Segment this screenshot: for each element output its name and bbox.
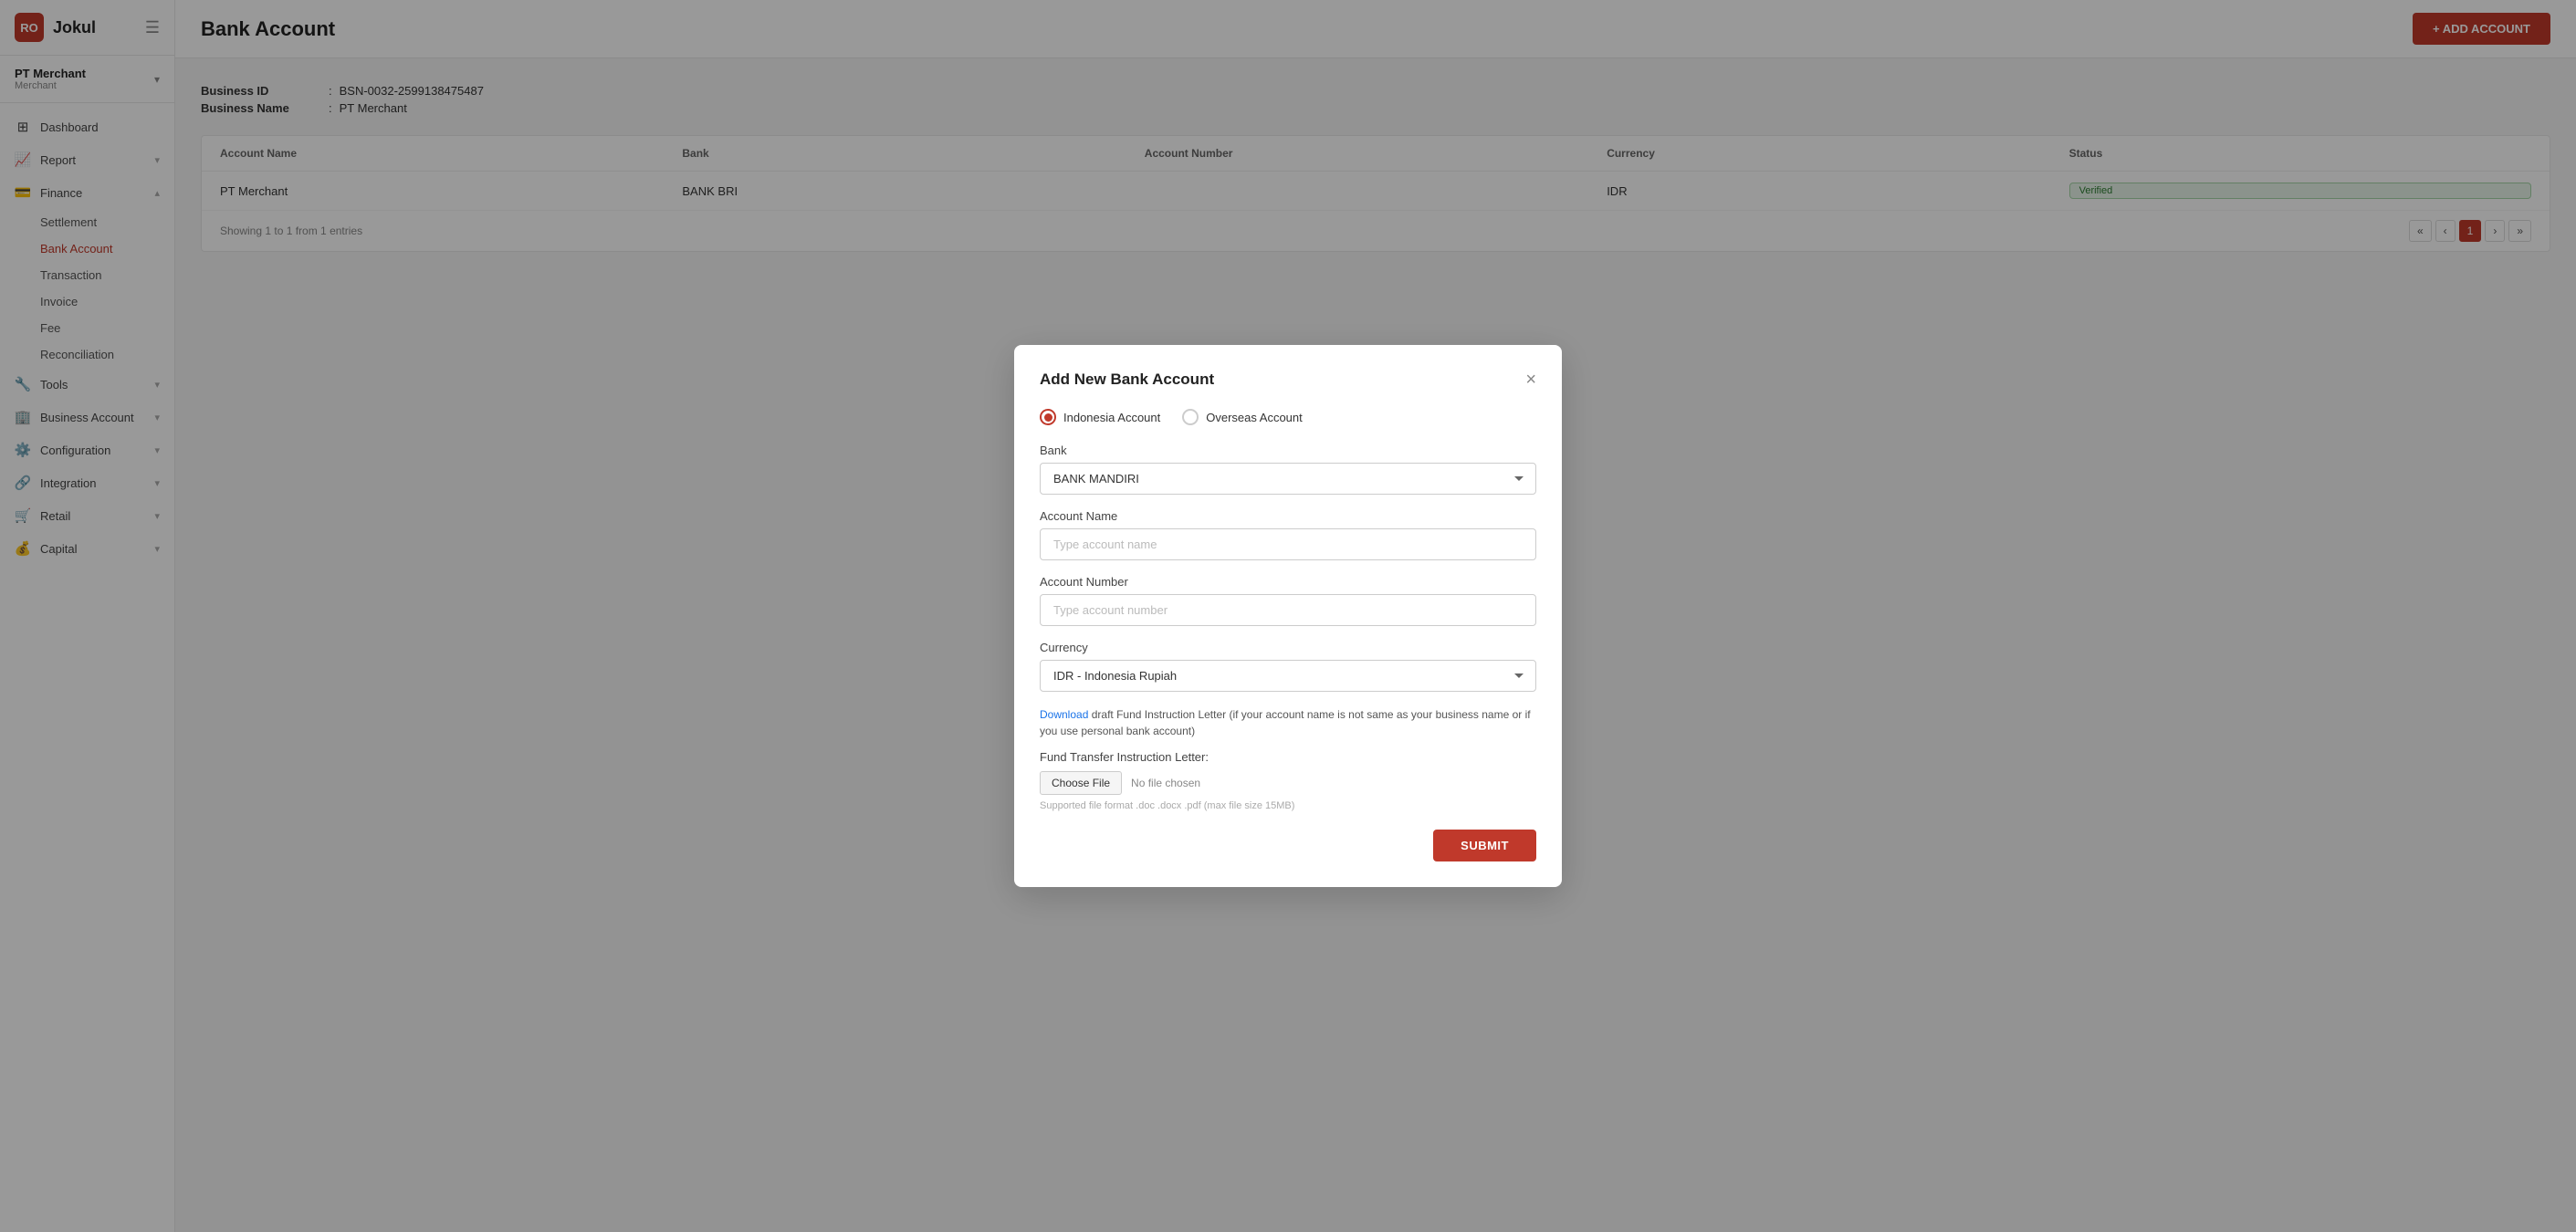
- submit-button[interactable]: SUBMIT: [1433, 830, 1536, 861]
- file-upload-section: Fund Transfer Instruction Letter: Choose…: [1040, 750, 1536, 811]
- no-file-text: No file chosen: [1131, 777, 1200, 789]
- account-number-input[interactable]: [1040, 594, 1536, 626]
- radio-indonesia[interactable]: Indonesia Account: [1040, 409, 1160, 425]
- modal-footer: SUBMIT: [1040, 830, 1536, 861]
- bank-form-group: Bank BANK MANDIRI BANK BRI BANK BCA BANK…: [1040, 444, 1536, 495]
- file-note: Supported file format .doc .docx .pdf (m…: [1040, 800, 1536, 811]
- modal-close-button[interactable]: ×: [1525, 371, 1536, 389]
- bank-select[interactable]: BANK MANDIRI BANK BRI BANK BCA BANK BNI: [1040, 463, 1536, 495]
- account-name-input[interactable]: [1040, 528, 1536, 560]
- radio-overseas[interactable]: Overseas Account: [1182, 409, 1303, 425]
- bank-label: Bank: [1040, 444, 1536, 457]
- file-upload-row: Choose File No file chosen: [1040, 771, 1536, 795]
- radio-indonesia-circle: [1040, 409, 1056, 425]
- radio-overseas-circle: [1182, 409, 1199, 425]
- account-number-form-group: Account Number: [1040, 575, 1536, 626]
- download-note: Download draft Fund Instruction Letter (…: [1040, 706, 1536, 739]
- add-bank-account-modal: Add New Bank Account × Indonesia Account…: [1014, 345, 1562, 887]
- download-link[interactable]: Download: [1040, 708, 1088, 721]
- radio-indonesia-label: Indonesia Account: [1063, 411, 1160, 424]
- fund-label: Fund Transfer Instruction Letter:: [1040, 750, 1536, 764]
- account-number-label: Account Number: [1040, 575, 1536, 589]
- currency-label: Currency: [1040, 641, 1536, 654]
- account-name-label: Account Name: [1040, 509, 1536, 523]
- modal-backdrop: Add New Bank Account × Indonesia Account…: [0, 0, 2576, 1232]
- modal-title: Add New Bank Account: [1040, 371, 1214, 389]
- currency-form-group: Currency IDR - Indonesia Rupiah USD - US…: [1040, 641, 1536, 692]
- modal-header: Add New Bank Account ×: [1040, 371, 1536, 389]
- currency-select[interactable]: IDR - Indonesia Rupiah USD - US Dollar: [1040, 660, 1536, 692]
- radio-overseas-label: Overseas Account: [1206, 411, 1303, 424]
- account-name-form-group: Account Name: [1040, 509, 1536, 560]
- download-note-body: draft Fund Instruction Letter (if your a…: [1040, 708, 1531, 737]
- choose-file-button[interactable]: Choose File: [1040, 771, 1122, 795]
- account-type-group: Indonesia Account Overseas Account: [1040, 409, 1536, 425]
